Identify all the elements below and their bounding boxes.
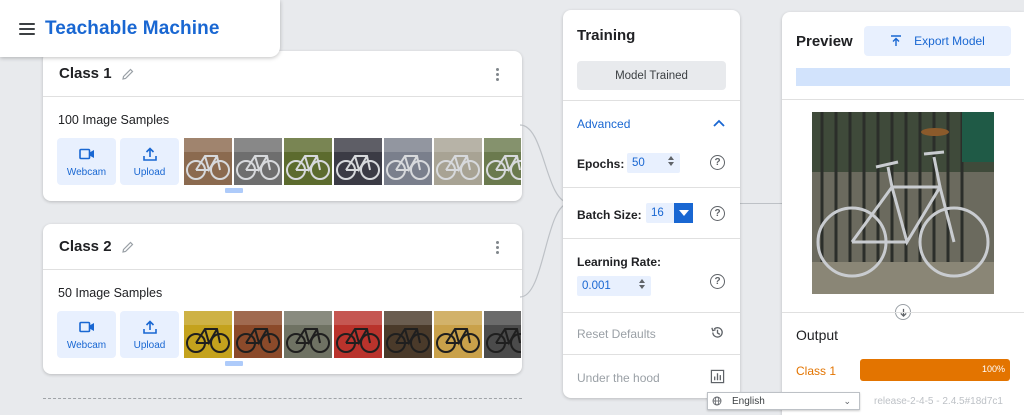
samples-row: Webcam Upload (57, 138, 522, 185)
model-trained-button[interactable]: Model Trained (577, 61, 726, 90)
pencil-icon[interactable] (121, 67, 135, 81)
sample-thumbnails (184, 311, 521, 358)
sample-thumbnail[interactable] (234, 138, 282, 185)
upload-button[interactable]: Upload (120, 311, 179, 358)
divider (563, 312, 740, 313)
sample-thumbnail[interactable] (384, 311, 432, 358)
help-icon[interactable]: ? (710, 274, 725, 289)
sample-thumbnail[interactable] (334, 138, 382, 185)
upload-label: Upload (133, 166, 166, 178)
sample-thumbnail[interactable] (384, 138, 432, 185)
class-card-header: Class 1 (43, 51, 522, 97)
export-model-label: Export Model (914, 34, 985, 48)
preview-image (812, 112, 994, 294)
pencil-icon[interactable] (121, 240, 135, 254)
add-class-placeholder[interactable] (43, 398, 522, 415)
learning-rate-label: Learning Rate: (577, 255, 662, 269)
samples-count: 50 Image Samples (58, 286, 163, 300)
preview-panel: Preview Export Model Output Class 1 100% (782, 12, 1024, 415)
sample-thumbnail[interactable] (334, 311, 382, 358)
stepper-icon[interactable] (668, 156, 675, 166)
epochs-input[interactable]: 50 (627, 153, 680, 173)
under-the-hood-button[interactable]: Under the hood (577, 371, 660, 385)
output-label: Output (796, 327, 839, 343)
language-value: English (732, 395, 765, 407)
release-version: release-2-4-5 - 2.4.5#18d7c1 (874, 396, 1003, 407)
sample-thumbnail[interactable] (184, 138, 232, 185)
dropdown-arrow-icon[interactable] (674, 203, 693, 223)
divider (563, 354, 740, 355)
output-class-label: Class 1 (796, 364, 837, 378)
thumbnail-scroll-indicator[interactable] (225, 188, 243, 193)
sample-thumbnail[interactable] (284, 138, 332, 185)
language-select[interactable]: English ⌄ (707, 392, 860, 410)
stepper-icon[interactable] (639, 279, 646, 289)
export-model-button[interactable]: Export Model (864, 26, 1011, 56)
reset-defaults-button[interactable]: Reset Defaults (577, 327, 656, 341)
class-name[interactable]: Class 1 (59, 65, 112, 82)
help-icon[interactable]: ? (710, 155, 725, 170)
learning-rate-input[interactable]: 0.001 (577, 276, 651, 296)
sample-thumbnail[interactable] (284, 311, 332, 358)
sample-thumbnail[interactable] (184, 311, 232, 358)
divider (563, 238, 740, 239)
hamburger-menu-icon[interactable] (19, 22, 35, 35)
chevron-down-icon: ⌄ (843, 396, 851, 406)
sample-thumbnail[interactable] (484, 311, 521, 358)
chevron-up-icon[interactable] (713, 119, 725, 127)
thumbnail-scroll-indicator[interactable] (225, 361, 243, 366)
history-icon[interactable] (710, 325, 725, 340)
preview-connector (740, 203, 782, 204)
batch-size-label: Batch Size: (577, 208, 642, 222)
divider (782, 312, 1024, 313)
confidence-bar: 100% (860, 359, 1010, 381)
sample-thumbnail[interactable] (434, 311, 482, 358)
help-icon[interactable]: ? (710, 206, 725, 221)
samples-row: Webcam Upload (57, 311, 522, 358)
class-card-header: Class 2 (43, 224, 522, 270)
batch-size-select[interactable]: 16 (646, 203, 675, 223)
bar-chart-icon[interactable] (710, 369, 725, 384)
divider (563, 100, 740, 101)
more-options-icon[interactable] (496, 68, 500, 81)
sample-thumbnails (184, 138, 521, 185)
app-header: Teachable Machine (0, 0, 280, 57)
app-title[interactable]: Teachable Machine (45, 18, 220, 40)
export-icon (891, 35, 902, 46)
webcam-label: Webcam (66, 166, 107, 178)
bicycle-photo (812, 112, 994, 294)
divider (563, 187, 740, 188)
upload-button[interactable]: Upload (120, 138, 179, 185)
webcam-button[interactable]: Webcam (57, 138, 116, 185)
sample-thumbnail[interactable] (484, 138, 521, 185)
webcam-icon (78, 321, 94, 332)
preview-title: Preview (796, 33, 853, 50)
samples-count: 100 Image Samples (58, 113, 170, 127)
sample-thumbnail[interactable] (234, 311, 282, 358)
webcam-button[interactable]: Webcam (57, 311, 116, 358)
batch-size-value: 16 (651, 207, 664, 219)
class-card-1: Class 1 100 Image Samples Webcam Upload (43, 51, 522, 201)
webcam-label: Webcam (66, 339, 107, 351)
learning-rate-value: 0.001 (582, 280, 611, 292)
epochs-label: Epochs: (577, 157, 625, 171)
class-card-2: Class 2 50 Image Samples Webcam Upload (43, 224, 522, 374)
more-options-icon[interactable] (496, 241, 500, 254)
confidence-percent: 100% (981, 364, 1005, 374)
globe-icon (712, 396, 722, 406)
advanced-toggle[interactable]: Advanced (577, 117, 630, 131)
upload-icon (142, 319, 157, 334)
training-title: Training (577, 27, 636, 44)
sample-thumbnail[interactable] (434, 138, 482, 185)
epochs-value: 50 (632, 157, 645, 169)
divider (782, 99, 1024, 100)
webcam-icon (78, 148, 94, 159)
upload-icon (142, 146, 157, 161)
upload-label: Upload (133, 339, 166, 351)
class-name[interactable]: Class 2 (59, 238, 112, 255)
input-source-bar[interactable] (796, 68, 1010, 86)
